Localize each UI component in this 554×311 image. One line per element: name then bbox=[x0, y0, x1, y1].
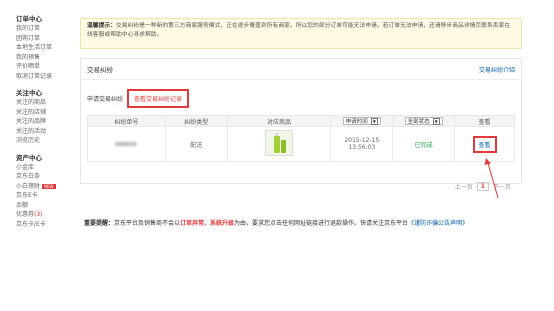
sidebar-item-reviews[interactable]: 评价晒单 bbox=[16, 62, 76, 72]
sidebar-item-jdcard[interactable]: 京东卡/E卡 bbox=[16, 220, 76, 230]
sidebar-item-history[interactable]: 浏览历史 bbox=[16, 136, 76, 146]
apply-date: 2015-12-15 bbox=[344, 137, 380, 144]
coupon-count: (3) bbox=[34, 211, 43, 218]
sidebar-group-title: 资产中心 bbox=[16, 153, 42, 162]
sidebar-item-coupons[interactable]: 优惠券(3) bbox=[16, 210, 76, 220]
col-dispute-no: 纠纷单号 bbox=[87, 115, 166, 127]
chevron-down-icon: ▼ bbox=[370, 117, 378, 125]
important-text-pre: 京东平台及销售商不会以 bbox=[114, 220, 181, 227]
important-text-mid: 为由，要求您点击任何网址链接进行退款操作。快请关注京东平台 bbox=[234, 220, 409, 227]
sidebar-item-cancel-records[interactable]: 取消订单记录 bbox=[16, 72, 76, 82]
tab-dispute-records[interactable]: 查看交易纠纷记录 bbox=[127, 89, 190, 108]
status-filter-label: 全部状态 bbox=[407, 119, 430, 125]
sidebar-group-orders: 订单中心 我的订单 团购订单 本地生活订单 我的预售 评价晒单 取消订单记录 bbox=[16, 14, 76, 81]
dispute-panel: 交易纠纷 交易纠纷介绍 申请交易纠纷 查看交易纠纷记录 纠纷单号 纠纷类型 对应… bbox=[80, 58, 522, 191]
new-badge: NEW bbox=[42, 183, 56, 189]
col-status: 全部状态 ▼ bbox=[392, 115, 456, 127]
sidebar-item-presale[interactable]: 我的预售 bbox=[16, 53, 76, 63]
product-thumbnail[interactable] bbox=[264, 130, 293, 156]
status-cell: 已完成 bbox=[392, 126, 456, 162]
dispute-type-cell: 配送 bbox=[164, 126, 228, 162]
apply-time-cell: 2015-12-15 13:56:03 bbox=[330, 126, 394, 162]
tab-apply-dispute[interactable]: 申请交易纠纷 bbox=[87, 94, 123, 103]
sidebar-group-assets: 资产中心 小金库 京东白条 小白理财 NEW 京东E卡 余额 优惠券(3) 京东卡… bbox=[16, 153, 76, 230]
sidebar-item-followed-events[interactable]: 关注的活动 bbox=[16, 127, 76, 137]
sidebar: 订单中心 我的订单 团购订单 本地生活订单 我的预售 评价晒单 取消订单记录 关… bbox=[0, 14, 76, 236]
product-cell bbox=[226, 126, 332, 162]
notice-text: 交易纠纷是一种新的第三方商家服务模式，正在逐步覆盖到所有商家，所以您的部分订单可… bbox=[87, 23, 511, 38]
sidebar-item-vault[interactable]: 小金库 bbox=[16, 163, 76, 173]
sidebar-item-label: 小白理财 bbox=[16, 182, 41, 190]
apply-time: 13:56:03 bbox=[348, 144, 376, 151]
notice-label: 温馨提示： bbox=[87, 23, 116, 29]
time-filter-select[interactable]: 申请时间 ▼ bbox=[342, 117, 381, 125]
sidebar-item-local-orders[interactable]: 本地生活订单 bbox=[16, 43, 76, 53]
sidebar-item-balance[interactable]: 余额 bbox=[16, 201, 76, 211]
col-dispute-type: 纠纷类型 bbox=[164, 115, 228, 127]
current-page[interactable]: 1 bbox=[476, 182, 489, 191]
fraud-notice-link[interactable]: 《谨防诈骗公告声明》 bbox=[408, 220, 468, 227]
next-page[interactable]: 下一页 bbox=[493, 182, 511, 191]
sidebar-group-follow: 关注中心 关注的商品 关注的店铺 关注的品牌 关注的活动 浏览历史 bbox=[16, 88, 76, 146]
sidebar-item-followed-brands[interactable]: 关注的品牌 bbox=[16, 117, 76, 127]
table-row: 配送 2015-12-15 13:56:03 已完成 查看 bbox=[87, 126, 515, 162]
sidebar-item-baitiao[interactable]: 京东白条 bbox=[16, 172, 76, 182]
sidebar-item-finance[interactable]: 小白理财 NEW bbox=[16, 182, 76, 192]
sidebar-group-title: 关注中心 bbox=[16, 89, 42, 97]
status-completed: 已完成 bbox=[414, 141, 433, 149]
notice-banner: 温馨提示：交易纠纷是一种新的第三方商家服务模式，正在逐步覆盖到所有商家，所以您的… bbox=[80, 18, 522, 49]
col-apply-time: 申请时间 ▼ bbox=[330, 115, 394, 127]
sidebar-item-group-orders[interactable]: 团购订单 bbox=[16, 34, 76, 44]
panel-title: 交易纠纷 bbox=[87, 66, 113, 74]
col-view: 查看 bbox=[454, 115, 515, 127]
view-cell: 查看 bbox=[454, 126, 515, 162]
sidebar-item-followed-products[interactable]: 关注的商品 bbox=[16, 98, 76, 108]
col-product: 对应商品 bbox=[226, 115, 332, 127]
dispute-intro-link[interactable]: 交易纠纷介绍 bbox=[479, 65, 515, 74]
important-highlight: 订单异常、系统升级 bbox=[180, 220, 235, 227]
view-button[interactable]: 查看 bbox=[472, 135, 497, 153]
important-reminder: 重要提醒：京东平台及销售商不会以订单异常、系统升级为由，要求您点击任何网址链接进… bbox=[84, 218, 468, 227]
chevron-down-icon: ▼ bbox=[432, 117, 440, 125]
panel-header: 交易纠纷 交易纠纷介绍 bbox=[81, 59, 521, 80]
table-header-row: 纠纷单号 纠纷类型 对应商品 申请时间 ▼ 全部状态 ▼ 查看 bbox=[87, 115, 515, 127]
sidebar-item-ecard[interactable]: 京东E卡 bbox=[16, 191, 76, 201]
dispute-no-cell bbox=[87, 126, 166, 162]
tabs: 申请交易纠纷 查看交易纠纷记录 bbox=[87, 89, 190, 108]
prev-page[interactable]: 上一页 bbox=[455, 182, 473, 191]
sidebar-item-my-orders[interactable]: 我的订单 bbox=[16, 24, 76, 34]
sidebar-item-label: 优惠券 bbox=[16, 211, 35, 218]
status-filter-select[interactable]: 全部状态 ▼ bbox=[404, 117, 443, 125]
pagination: 上一页 1 下一页 bbox=[455, 182, 511, 191]
time-filter-label: 申请时间 bbox=[345, 119, 368, 125]
dispute-table: 纠纷单号 纠纷类型 对应商品 申请时间 ▼ 全部状态 ▼ 查看 配送 2015-12… bbox=[87, 115, 515, 162]
sidebar-group-title: 订单中心 bbox=[16, 15, 42, 23]
sidebar-item-followed-shops[interactable]: 关注的店铺 bbox=[16, 108, 76, 118]
redacted-dispute-no bbox=[115, 141, 138, 146]
important-label: 重要提醒： bbox=[84, 220, 115, 227]
